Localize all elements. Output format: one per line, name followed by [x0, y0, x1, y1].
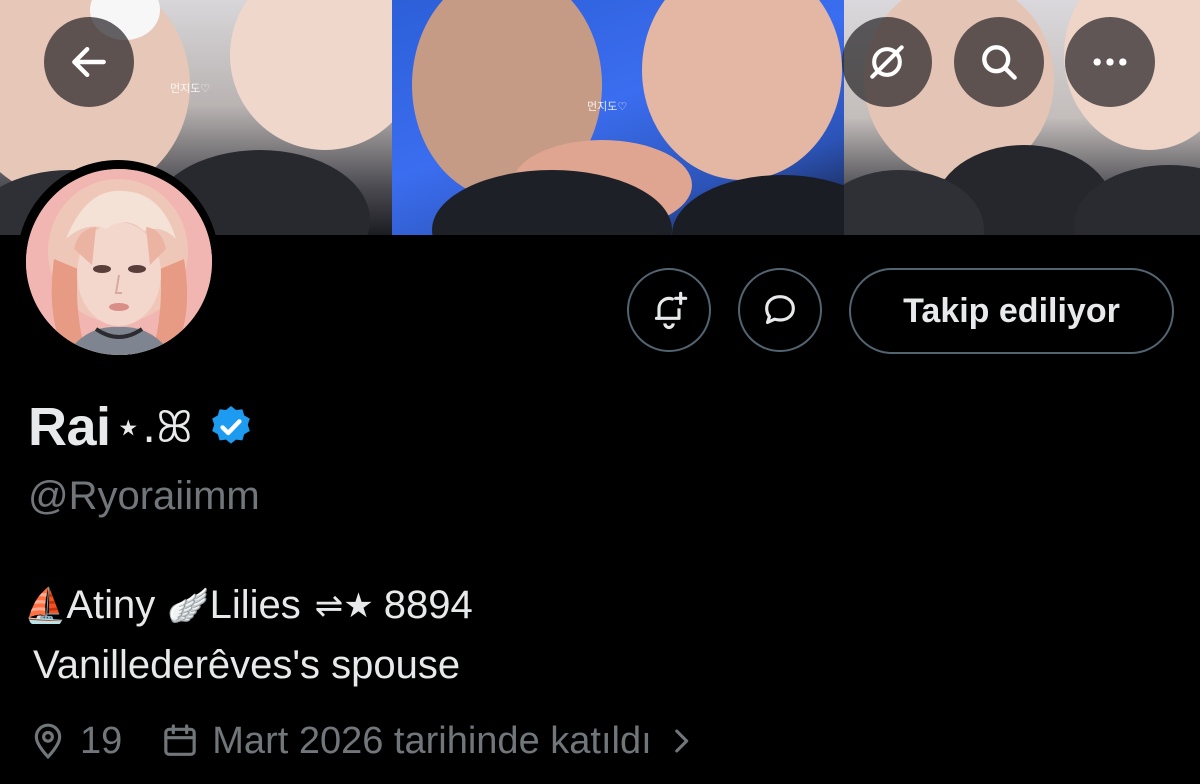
- search-icon: [982, 45, 1017, 80]
- chevron-right-icon[interactable]: [664, 724, 698, 758]
- slashed-circle-icon: [870, 45, 904, 79]
- banner-watermark: 먼지도♡: [170, 82, 211, 95]
- display-name-decoration: ⋆.ꕤ: [114, 401, 193, 453]
- bio-line-2: Vanillederêves's spouse: [33, 643, 461, 687]
- bio-text-lilies: Lilies: [209, 583, 301, 627]
- following-button[interactable]: Takip ediliyor: [849, 268, 1174, 354]
- join-date-text[interactable]: Mart 2026 tarihinde katıldı: [212, 720, 651, 763]
- avatar[interactable]: [26, 169, 212, 355]
- display-name: Rai: [28, 397, 111, 457]
- chat-bubble-icon: [765, 295, 795, 325]
- wing-icon: 🪽: [167, 585, 210, 626]
- banner-photo-middle: 먼지도♡: [392, 0, 844, 235]
- more-options-button[interactable]: [1065, 17, 1155, 107]
- bio-line-1: ⛵ Atiny 🪽 Lilies ⇌★ 8894: [24, 583, 473, 628]
- bio-text-atiny: Atiny: [66, 583, 156, 627]
- sailboat-icon: ⛵: [24, 585, 67, 626]
- verified-badge-icon[interactable]: [207, 403, 255, 451]
- location-pin-icon: [34, 723, 62, 760]
- location-text: 19: [80, 719, 123, 762]
- bio-text-number: 8894: [383, 583, 473, 627]
- star-icon: ⇌★: [314, 585, 374, 626]
- arrow-left-icon: [72, 46, 106, 78]
- avatar-image: [26, 169, 212, 355]
- banner-watermark: 먼지도♡: [587, 100, 628, 113]
- notification-subscribe-button[interactable]: [627, 268, 711, 352]
- search-button[interactable]: [954, 17, 1044, 107]
- message-button[interactable]: [738, 268, 822, 352]
- more-dots-icon: [1093, 58, 1127, 66]
- bell-plus-icon: [654, 291, 688, 330]
- display-name-row: Rai ⋆.ꕤ: [28, 392, 255, 462]
- user-handle: @Ryoraiimm: [28, 474, 260, 518]
- grok-button[interactable]: [842, 17, 932, 107]
- back-button[interactable]: [44, 17, 134, 107]
- calendar-icon: [164, 724, 197, 756]
- profile-meta-row: 19 Mart 2026 tarihinde katıldı: [28, 716, 698, 766]
